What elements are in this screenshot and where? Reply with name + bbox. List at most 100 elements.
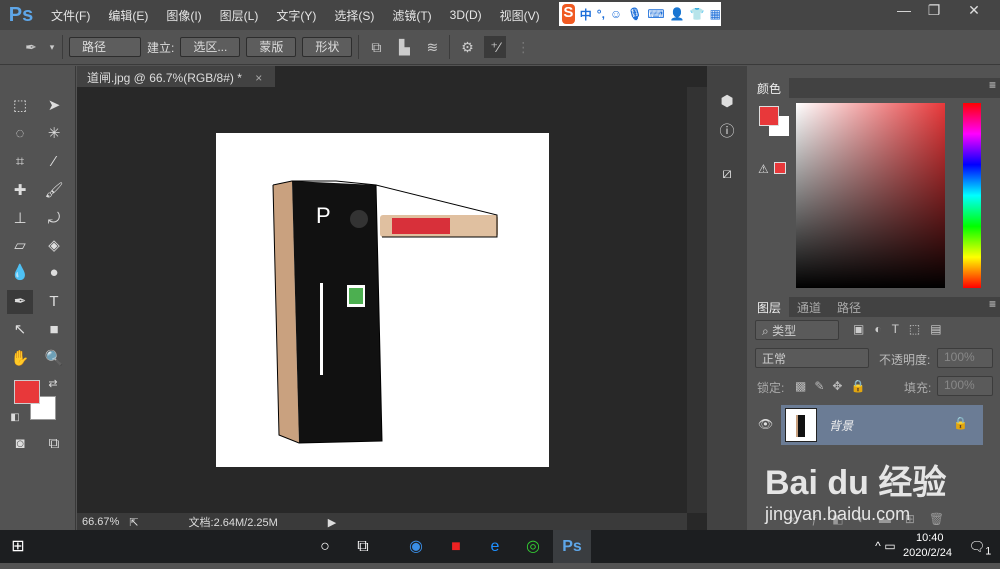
- clone-stamp-icon[interactable]: ⊥: [7, 207, 33, 231]
- eyedropper-icon[interactable]: ⁄: [41, 150, 67, 174]
- youdao-icon[interactable]: ■: [438, 530, 474, 563]
- dodge-tool-icon[interactable]: ●: [41, 261, 67, 285]
- properties-icon[interactable]: ⧄: [714, 162, 740, 186]
- fill-input[interactable]: 100%: [937, 376, 993, 396]
- healing-brush-icon[interactable]: ✚: [7, 179, 33, 203]
- cortana-icon[interactable]: ○: [307, 530, 343, 563]
- auto-add-delete-icon[interactable]: ⁺⁄: [484, 36, 507, 58]
- mask-button[interactable]: 蒙版: [246, 37, 297, 57]
- fg-color-swatch[interactable]: [759, 106, 779, 126]
- menu-file[interactable]: 文件(F): [42, 7, 99, 24]
- type-tool-icon[interactable]: T: [41, 290, 67, 314]
- zoom-tool-icon[interactable]: 🔍: [41, 347, 67, 371]
- document-tab[interactable]: 道闸.jpg @ 66.7%(RGB/8#) * ×: [77, 66, 275, 87]
- info-icon[interactable]: ⓘ: [714, 120, 740, 144]
- start-windows-icon[interactable]: ⊞: [0, 530, 36, 563]
- tab-paths[interactable]: 路径: [829, 297, 869, 317]
- keyboard-icon[interactable]: ⌨: [647, 7, 664, 21]
- shape-button[interactable]: 形状: [302, 37, 353, 57]
- color-field[interactable]: [796, 103, 945, 288]
- panel-menu-icon[interactable]: ≡: [989, 78, 1000, 98]
- grid-icon[interactable]: ▦: [710, 7, 721, 21]
- paint-bucket-icon[interactable]: ◈: [41, 234, 67, 258]
- marquee-tool-icon[interactable]: ⬚: [7, 94, 33, 118]
- history-brush-icon[interactable]: ⤾: [41, 207, 67, 231]
- wechat-icon[interactable]: ◎: [515, 530, 551, 563]
- opacity-input[interactable]: 100%: [937, 348, 993, 368]
- menu-edit[interactable]: 编辑(E): [99, 7, 157, 24]
- path-operations-icon[interactable]: ⧉: [365, 36, 387, 58]
- brush-tool-icon[interactable]: 🖌: [41, 179, 67, 203]
- canvas[interactable]: P: [216, 133, 549, 467]
- sogou-browser-icon[interactable]: ◉: [398, 530, 434, 563]
- ime-toolbar[interactable]: S 中 °, ☺ 🎙 ⌨ 👤 👕 ▦: [559, 2, 721, 26]
- close-button[interactable]: ✕: [950, 0, 998, 22]
- hue-slider[interactable]: [963, 103, 981, 288]
- emoji-icon[interactable]: ☺: [610, 7, 622, 21]
- vertical-scrollbar[interactable]: [687, 87, 707, 513]
- clock-time[interactable]: 10:40: [916, 532, 944, 544]
- close-tab-icon[interactable]: ×: [255, 71, 262, 85]
- layer-row[interactable]: 背景 🔒: [781, 405, 983, 445]
- path-alignment-icon[interactable]: ▙: [393, 36, 415, 58]
- task-view-icon[interactable]: ⧉: [345, 530, 381, 563]
- magic-wand-icon[interactable]: ✳: [41, 122, 67, 146]
- quick-mask-icon[interactable]: ◙: [7, 432, 33, 456]
- menu-select[interactable]: 选择(S): [325, 7, 383, 24]
- zoom-level[interactable]: 66.67%: [82, 516, 119, 528]
- menu-type[interactable]: 文字(Y): [267, 7, 325, 24]
- lasso-tool-icon[interactable]: ◌: [7, 122, 33, 146]
- menu-filter[interactable]: 滤镜(T): [383, 7, 440, 24]
- menu-image[interactable]: 图像(I): [157, 7, 210, 24]
- ime-punct[interactable]: °,: [597, 7, 605, 21]
- blend-mode-select[interactable]: 正常: [755, 348, 869, 368]
- edge-icon[interactable]: e: [477, 530, 513, 563]
- pen-tool-icon[interactable]: ✒: [20, 36, 42, 58]
- path-selection-icon[interactable]: ↖: [7, 318, 33, 342]
- default-colors-icon[interactable]: ◧: [2, 406, 28, 430]
- layer-filter-select[interactable]: ⌕ 类型: [755, 320, 839, 340]
- divider: [449, 35, 451, 59]
- tab-channels[interactable]: 通道: [789, 297, 829, 317]
- photoshop-taskbar-icon[interactable]: Ps: [553, 530, 591, 563]
- move-tool-icon[interactable]: ➤: [41, 94, 67, 118]
- mode-select[interactable]: 路径: [69, 37, 141, 57]
- clock-date[interactable]: 2020/2/24: [903, 547, 952, 559]
- tab-color[interactable]: 颜色: [749, 78, 790, 98]
- gear-icon[interactable]: ⚙: [456, 36, 478, 58]
- notification-icon[interactable]: 🗨1: [962, 530, 998, 563]
- selection-button[interactable]: 选区...: [180, 37, 241, 57]
- blur-tool-icon[interactable]: 💧: [7, 261, 33, 285]
- restore-button[interactable]: ❐: [916, 0, 952, 22]
- chevron-down-icon[interactable]: ▾: [48, 36, 56, 58]
- screen-mode-icon[interactable]: ⧉: [41, 432, 67, 456]
- eye-icon[interactable]: 👁: [758, 417, 773, 431]
- menu-view[interactable]: 视图(V): [491, 7, 549, 24]
- ime-mode[interactable]: 中: [580, 6, 592, 23]
- status-menu-arrow-icon[interactable]: ▶: [328, 516, 336, 529]
- swap-colors-icon[interactable]: ⇄: [40, 372, 66, 396]
- hand-tool-icon[interactable]: ✋: [7, 347, 33, 371]
- crop-tool-icon[interactable]: ⌗: [7, 150, 33, 174]
- layer-name[interactable]: 背景: [829, 417, 853, 434]
- pen-tool-icon[interactable]: ✒: [7, 290, 33, 314]
- skin-icon[interactable]: 👕: [690, 7, 705, 21]
- gamut-warning-icon[interactable]: ⚠: [758, 162, 769, 176]
- filter-icons[interactable]: ▣◐T⬚▤: [853, 322, 952, 336]
- microphone-icon[interactable]: 🎙: [627, 7, 642, 21]
- export-icon[interactable]: ⇱: [129, 516, 138, 529]
- user-icon[interactable]: 👤: [670, 7, 685, 21]
- menu-layer[interactable]: 图层(L): [211, 7, 268, 24]
- eraser-icon[interactable]: ▱: [7, 234, 33, 258]
- menu-3d[interactable]: 3D(D): [441, 8, 491, 22]
- lock-icons[interactable]: ▩✎✥🔒: [795, 379, 873, 393]
- path-arrangement-icon[interactable]: ≋: [421, 36, 443, 58]
- web-color-swatch[interactable]: [774, 162, 786, 174]
- align-edges-icon[interactable]: ⋮: [512, 36, 534, 58]
- panel-menu-icon[interactable]: ≡: [989, 297, 1000, 317]
- foreground-color-swatch[interactable]: [14, 380, 40, 404]
- rectangle-tool-icon[interactable]: ■: [41, 318, 67, 342]
- 3d-panel-icon[interactable]: ⬢: [714, 90, 740, 114]
- tab-layers[interactable]: 图层: [749, 297, 790, 317]
- options-bar: ✒ ▾ 路径 建立: 选区... 蒙版 形状 ⧉ ▙ ≋ ⚙ ⁺⁄ ⋮: [0, 30, 1000, 65]
